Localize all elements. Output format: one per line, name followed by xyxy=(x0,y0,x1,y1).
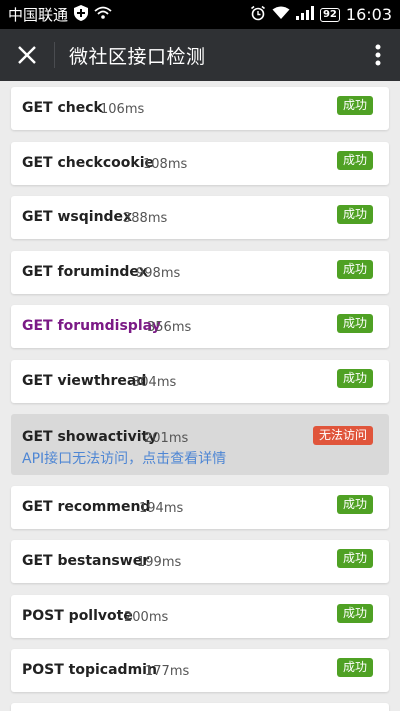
check-label: POST topicadmin xyxy=(22,662,157,678)
status-badge: 成功 xyxy=(336,369,373,388)
check-item[interactable]: POST topicadmin 177ms 成功 xyxy=(11,649,389,692)
more-button[interactable] xyxy=(356,29,400,81)
status-badge: 成功 xyxy=(336,151,373,170)
battery-icon: 92 xyxy=(319,7,340,22)
more-vertical-icon xyxy=(375,44,381,66)
check-item[interactable]: GET forumindex 998ms 成功 xyxy=(11,251,389,294)
check-label: GET check xyxy=(22,100,103,116)
check-time: 194ms xyxy=(139,501,184,516)
carrier-name: 中国联通 xyxy=(8,6,69,24)
check-time: 388ms xyxy=(123,211,168,226)
wifi-icon xyxy=(272,6,290,24)
status-badge: 成功 xyxy=(336,549,373,568)
page-title: 微社区接口检测 xyxy=(69,45,206,68)
check-label: GET bestanswer xyxy=(22,553,150,569)
check-item[interactable]: GET recommend 194ms 成功 xyxy=(11,486,389,529)
check-label: GET forumindex xyxy=(22,264,148,280)
close-button[interactable] xyxy=(0,29,54,81)
check-label: GET showactivity xyxy=(22,429,158,445)
shield-icon xyxy=(74,4,89,25)
close-icon xyxy=(18,46,36,64)
check-time: 106ms xyxy=(100,102,145,117)
check-time: 199ms xyxy=(137,555,182,570)
check-label: GET wsqindex xyxy=(22,209,133,225)
check-item[interactable]: GET check 106ms 成功 xyxy=(11,87,389,130)
status-badge: 成功 xyxy=(336,314,373,333)
check-item[interactable]: GET checkcookie 108ms 成功 xyxy=(11,142,389,185)
title-bar: 微社区接口检测 xyxy=(0,29,400,81)
check-item[interactable]: POST pollvote 200ms 成功 xyxy=(11,595,389,638)
check-time: 177ms xyxy=(145,664,190,679)
status-badge: 成功 xyxy=(336,604,373,623)
check-item[interactable]: GET forumdisplay 356ms 成功 xyxy=(11,305,389,348)
check-item[interactable]: GET viewthread 304ms 成功 xyxy=(11,360,389,403)
check-time: 356ms xyxy=(147,320,192,335)
title-divider xyxy=(54,42,55,68)
status-badge: 成功 xyxy=(336,495,373,514)
check-item[interactable]: GET wsqindex 388ms 成功 xyxy=(11,196,389,239)
status-badge: 无法访问 xyxy=(312,426,373,445)
check-time: 108ms xyxy=(143,157,188,172)
check-time: 201ms xyxy=(144,431,189,446)
check-list: GET check 106ms 成功 GET checkcookie 108ms… xyxy=(0,81,400,711)
check-label: POST pollvote xyxy=(22,608,133,624)
status-time: 16:03 xyxy=(345,5,392,24)
detail-link[interactable]: API接口无法访问，点击查看详情 xyxy=(22,448,226,468)
wifi-hotspot-icon xyxy=(94,6,112,24)
check-label: GET forumdisplay xyxy=(22,318,161,334)
status-badge: 成功 xyxy=(336,658,373,677)
signal-icon xyxy=(295,5,314,24)
status-badge: 成功 xyxy=(336,260,373,279)
check-time: 304ms xyxy=(132,375,177,390)
check-label: GET checkcookie xyxy=(22,155,154,171)
check-label: GET recommend xyxy=(22,499,151,515)
check-time: 200ms xyxy=(124,610,169,625)
check-time: 998ms xyxy=(136,266,181,281)
check-item[interactable]: GET bestanswer 199ms 成功 xyxy=(11,540,389,583)
check-label: GET viewthread xyxy=(22,373,147,389)
status-badge: 成功 xyxy=(336,205,373,224)
status-bar: 中国联通 92 16:03 xyxy=(0,0,400,29)
status-badge: 成功 xyxy=(336,96,373,115)
check-item-failed[interactable]: GET showactivity 201ms 无法访问 API接口无法访问，点击… xyxy=(11,414,389,475)
check-item-partial[interactable] xyxy=(11,703,389,711)
alarm-icon xyxy=(250,5,266,25)
